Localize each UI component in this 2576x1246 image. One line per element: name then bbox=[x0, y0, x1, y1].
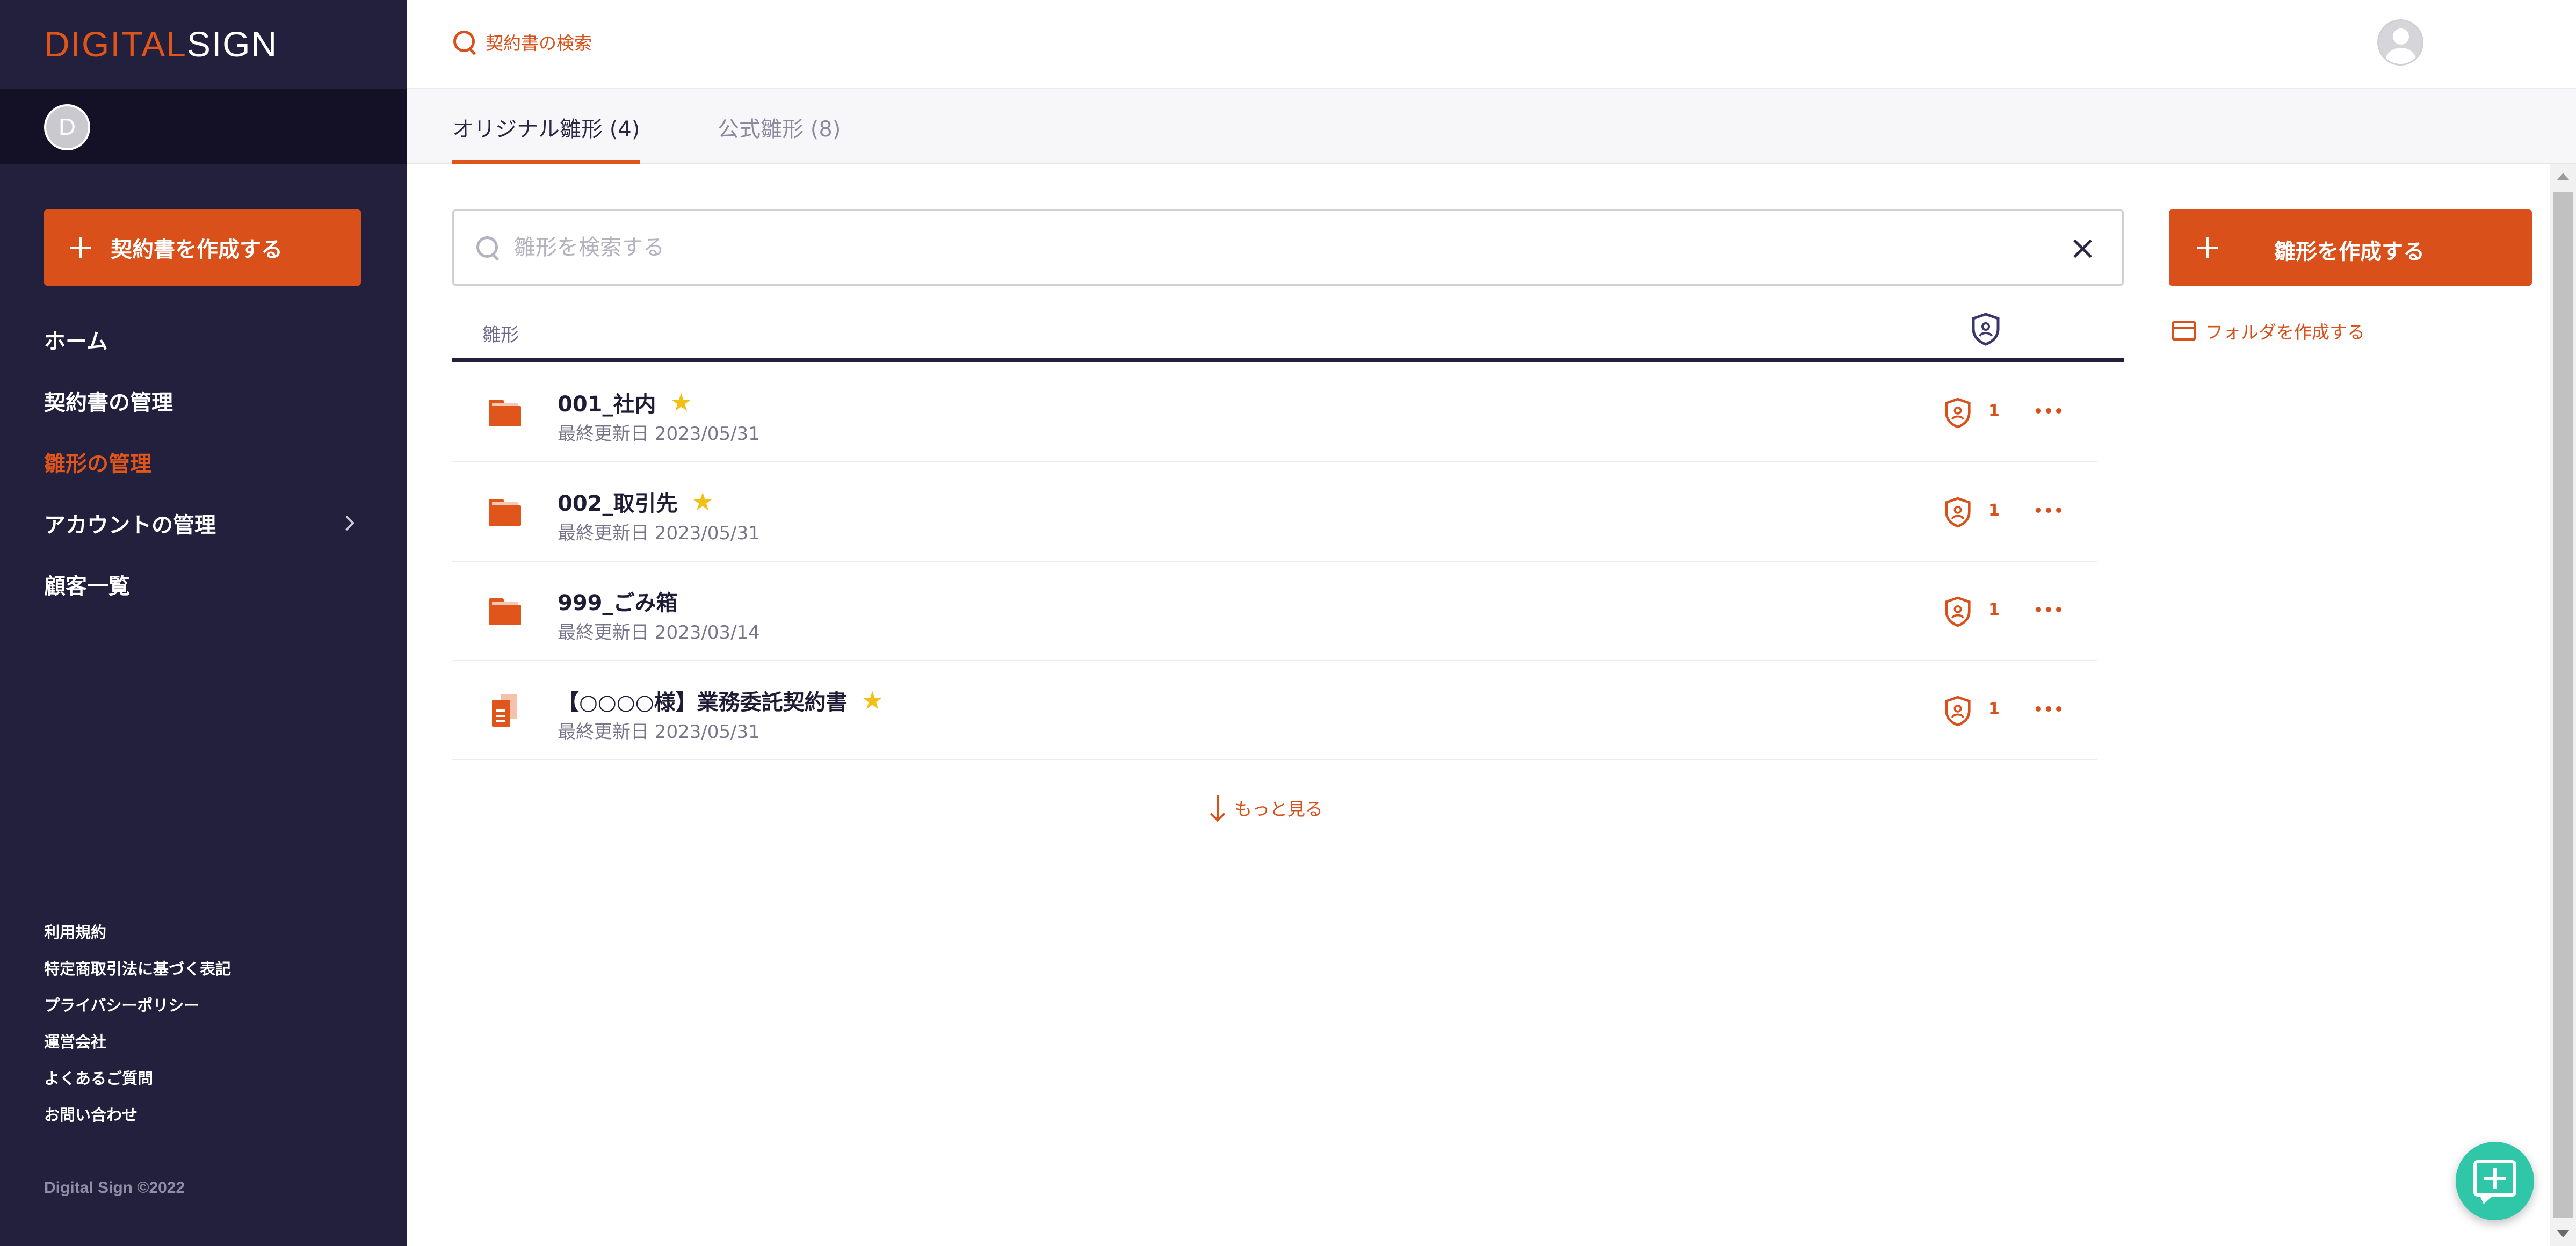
copyright: Digital Sign ©2022 bbox=[44, 1179, 185, 1197]
sidebar-item-customers[interactable]: 顧客一覧 bbox=[44, 554, 361, 615]
folder-icon bbox=[489, 598, 521, 625]
search-icon bbox=[452, 30, 477, 54]
star-icon[interactable]: ★ bbox=[670, 388, 692, 417]
create-template-button[interactable]: 雛形を作成する bbox=[2169, 209, 2532, 286]
clear-icon[interactable] bbox=[2073, 239, 2092, 258]
arrow-down-icon bbox=[1210, 795, 1226, 821]
sidebar-item-label: ホーム bbox=[44, 329, 108, 354]
star-icon[interactable]: ★ bbox=[692, 487, 714, 516]
scroll-down-arrow[interactable] bbox=[2557, 1230, 2570, 1237]
logo-text-digital: DIGITAL bbox=[44, 24, 187, 64]
template-search-input[interactable] bbox=[513, 235, 2017, 260]
logo-text-sign: SIGN bbox=[186, 24, 278, 64]
footer-link-terms[interactable]: 利用規約 bbox=[44, 913, 366, 950]
create-contract-label: 契約書を作成する bbox=[111, 238, 283, 262]
search-icon bbox=[475, 235, 500, 260]
list-item[interactable]: 【○○○○様】業務委託契約書 ★ 最終更新日 2023/05/31 1 bbox=[452, 661, 2097, 760]
tab-original-templates[interactable]: オリジナル雛形 (4) bbox=[452, 112, 640, 164]
more-icon[interactable] bbox=[2036, 506, 2061, 514]
item-title: 【○○○○様】業務委託契約書 ★ bbox=[558, 685, 884, 716]
star-icon[interactable]: ★ bbox=[862, 686, 884, 715]
avatar-head bbox=[2393, 28, 2409, 45]
avatar-body bbox=[2385, 48, 2416, 64]
sidebar-item-label: 契約書の管理 bbox=[44, 390, 173, 415]
list-item[interactable]: 999_ごみ箱 最終更新日 2023/03/14 1 bbox=[452, 562, 2097, 661]
shield-user-icon bbox=[1945, 596, 1971, 627]
vertical-scrollbar[interactable] bbox=[2550, 164, 2576, 1246]
app-logo[interactable]: DIGITALSIGN bbox=[44, 23, 278, 66]
scroll-thumb[interactable] bbox=[2553, 192, 2573, 1218]
list-header: 雛形 bbox=[452, 301, 2124, 362]
sidebar-item-label: 顧客一覧 bbox=[44, 574, 130, 599]
footer-link-company[interactable]: 運営会社 bbox=[44, 1023, 366, 1059]
template-search-box bbox=[452, 209, 2124, 286]
sidebar-nav: ホーム 契約書の管理 雛形の管理 アカウントの管理 顧客一覧 bbox=[44, 309, 361, 615]
folder-outline-icon bbox=[2172, 321, 2196, 341]
item-name: 002_取引先 bbox=[558, 491, 678, 516]
sidebar-item-home[interactable]: ホーム bbox=[44, 309, 361, 370]
item-updated-date: 最終更新日 2023/03/14 bbox=[558, 622, 760, 643]
item-title: 002_取引先 ★ bbox=[558, 486, 714, 517]
list-item[interactable]: 001_社内 ★ 最終更新日 2023/05/31 1 bbox=[452, 363, 2097, 462]
item-name: 999_ごみ箱 bbox=[558, 591, 678, 615]
user-avatar[interactable]: D bbox=[44, 104, 90, 150]
load-more-button[interactable]: もっと見る bbox=[1210, 795, 1323, 821]
folder-icon bbox=[489, 400, 521, 426]
item-permission-count: 1 bbox=[1988, 402, 2000, 421]
plus-icon bbox=[2197, 237, 2218, 258]
create-contract-button[interactable]: 契約書を作成する bbox=[44, 209, 361, 286]
shield-user-icon bbox=[1945, 696, 1971, 727]
tab-official-templates[interactable]: 公式雛形 (8) bbox=[718, 112, 841, 164]
more-icon[interactable] bbox=[2036, 705, 2061, 713]
footer-links: 利用規約 特定商取引法に基づく表記 プライバシーポリシー 運営会社 よくあるご質… bbox=[44, 913, 366, 1132]
shield-user-icon bbox=[1945, 397, 1971, 429]
item-updated-date: 最終更新日 2023/05/31 bbox=[558, 523, 760, 544]
more-icon[interactable] bbox=[2036, 407, 2061, 415]
document-icon bbox=[492, 694, 518, 727]
footer-link-privacy[interactable]: プライバシーポリシー bbox=[44, 986, 366, 1023]
contract-search-label: 契約書の検索 bbox=[486, 33, 592, 54]
sidebar: DIGITALSIGN D 契約書を作成する ホーム 契約書の管理 雛形の管理 … bbox=[0, 0, 407, 1246]
create-folder-button[interactable]: フォルダを作成する bbox=[2172, 318, 2365, 344]
column-header-template: 雛形 bbox=[482, 324, 519, 346]
list-item[interactable]: 002_取引先 ★ 最終更新日 2023/05/31 1 bbox=[452, 462, 2097, 562]
item-title: 001_社内 ★ bbox=[558, 387, 692, 418]
sidebar-item-templates[interactable]: 雛形の管理 bbox=[44, 431, 361, 492]
item-title: 999_ごみ箱 bbox=[558, 585, 678, 617]
item-updated-date: 最終更新日 2023/05/31 bbox=[558, 721, 760, 743]
contract-search-link[interactable]: 契約書の検索 bbox=[452, 29, 592, 55]
item-updated-date: 最終更新日 2023/05/31 bbox=[558, 423, 760, 445]
scroll-up-arrow[interactable] bbox=[2557, 173, 2570, 180]
sidebar-item-label: 雛形の管理 bbox=[44, 452, 151, 476]
plus-icon bbox=[70, 237, 91, 258]
footer-link-faq[interactable]: よくあるご質問 bbox=[44, 1059, 366, 1096]
footer-link-commerce-law[interactable]: 特定商取引法に基づく表記 bbox=[44, 950, 366, 986]
item-permission-count: 1 bbox=[1988, 600, 2000, 619]
template-tabs: オリジナル雛形 (4) 公式雛形 (8) bbox=[407, 89, 2576, 164]
folder-icon bbox=[489, 499, 521, 526]
create-folder-label: フォルダを作成する bbox=[2205, 322, 2365, 343]
sidebar-item-account[interactable]: アカウントの管理 bbox=[44, 492, 361, 554]
footer-link-contact[interactable]: お問い合わせ bbox=[44, 1096, 366, 1132]
create-template-label: 雛形を作成する bbox=[2274, 240, 2425, 264]
account-avatar[interactable] bbox=[2377, 19, 2423, 66]
item-name: 001_社内 bbox=[558, 392, 656, 417]
sidebar-item-label: アカウントの管理 bbox=[44, 513, 216, 538]
chat-plus-horizontal bbox=[2484, 1177, 2506, 1180]
chat-bubble-tail bbox=[2479, 1194, 2494, 1204]
topbar: 契約書の検索 bbox=[407, 0, 2576, 89]
shield-user-icon bbox=[1945, 497, 1971, 528]
item-permission-count: 1 bbox=[1988, 700, 2000, 719]
sidebar-item-contracts[interactable]: 契約書の管理 bbox=[44, 370, 361, 431]
more-icon[interactable] bbox=[2036, 606, 2061, 613]
chat-button[interactable] bbox=[2456, 1142, 2534, 1220]
chevron-right-icon bbox=[339, 515, 355, 531]
template-list: 001_社内 ★ 最終更新日 2023/05/31 1 002_取引先 ★ 最終… bbox=[452, 363, 2097, 760]
load-more-label: もっと見る bbox=[1234, 799, 1323, 820]
shield-user-icon bbox=[1972, 313, 2000, 346]
item-permission-count: 1 bbox=[1988, 501, 2000, 520]
item-name: 【○○○○様】業務委託契約書 bbox=[558, 690, 848, 715]
